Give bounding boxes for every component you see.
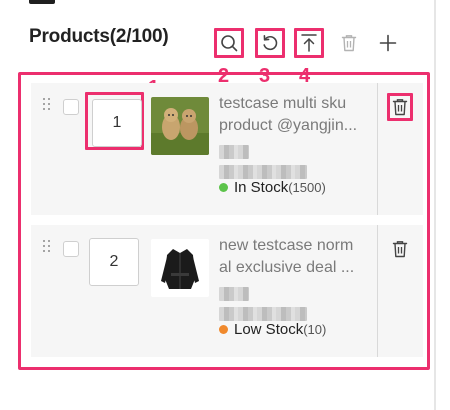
stock-status: In Stock (1500): [219, 179, 326, 196]
row-checkbox[interactable]: [63, 99, 79, 115]
position-input[interactable]: 2: [89, 238, 139, 286]
search-icon: [221, 35, 238, 52]
redacted-text: [219, 165, 307, 179]
trash-icon: [341, 35, 357, 52]
product-row: 2 new testcase norm al exclusive deal ..…: [31, 225, 423, 357]
move-to-top-button[interactable]: [294, 28, 324, 58]
row-checkbox[interactable]: [63, 241, 79, 257]
product-thumbnail: [151, 239, 209, 297]
refresh-button[interactable]: [255, 28, 285, 58]
redacted-text: [219, 145, 249, 159]
position-input[interactable]: 1: [92, 99, 142, 147]
product-title[interactable]: new testcase norm al exclusive deal ...: [219, 235, 379, 279]
trash-icon: [392, 99, 408, 116]
drag-handle-icon[interactable]: [43, 98, 53, 112]
product-row: 1 testcase multi sku product @yangjin...…: [31, 83, 423, 215]
two-dogs-photo: [151, 97, 209, 155]
top-bar-fragment: [29, 0, 55, 4]
redacted-text: [219, 307, 307, 321]
product-thumbnail: [151, 97, 209, 155]
position-input-highlight: 1: [85, 92, 144, 150]
product-list: 1 testcase multi sku product @yangjin...…: [18, 72, 430, 370]
product-title[interactable]: testcase multi sku product @yangjin...: [219, 93, 379, 137]
low-stock-dot-icon: [219, 325, 228, 334]
trash-icon: [392, 241, 408, 258]
in-stock-dot-icon: [219, 183, 228, 192]
plus-icon: [379, 34, 397, 52]
black-coat-photo: [151, 239, 209, 297]
delete-row-button[interactable]: [387, 93, 413, 121]
row-divider: [377, 225, 378, 357]
delete-row-button[interactable]: [387, 235, 413, 263]
row-divider: [377, 83, 378, 215]
search-button[interactable]: [214, 28, 244, 58]
move-to-top-icon: [301, 34, 317, 52]
refresh-icon: [263, 34, 278, 51]
products-header: Products(2/100): [0, 14, 440, 64]
bulk-delete-button[interactable]: [334, 28, 364, 58]
add-product-button[interactable]: [373, 28, 403, 58]
stock-status: Low Stock (10): [219, 321, 326, 338]
page-title: Products(2/100): [29, 26, 169, 47]
redacted-text: [219, 287, 249, 301]
drag-handle-icon[interactable]: [43, 240, 53, 254]
